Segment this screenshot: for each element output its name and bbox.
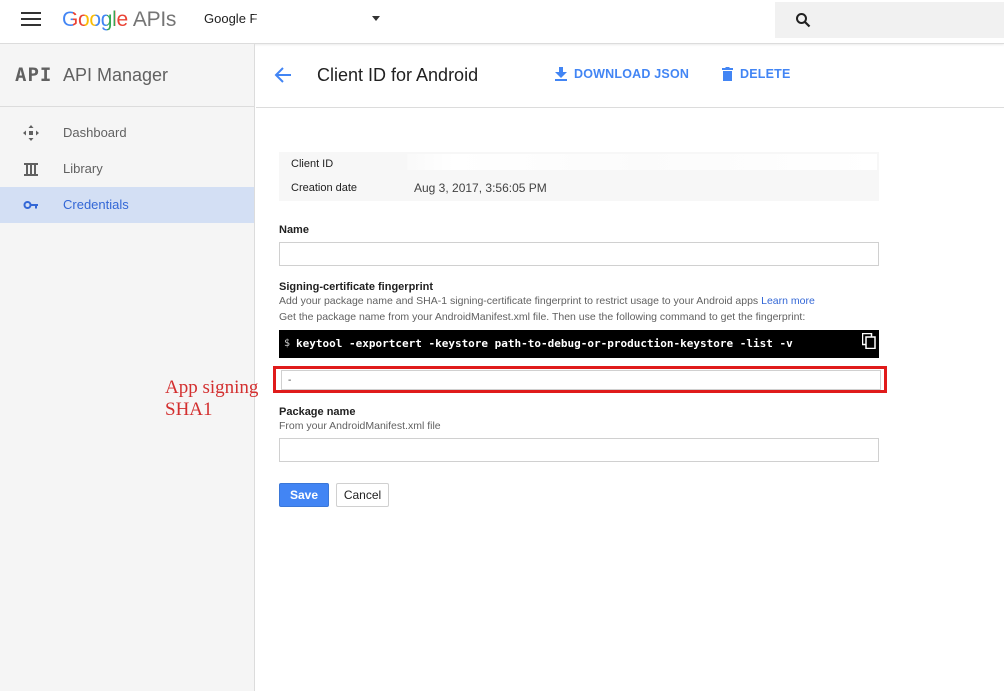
signing-label: Signing-certificate fingerprint [279,281,434,293]
project-selector[interactable]: Google F [204,11,257,26]
back-arrow-icon[interactable] [273,65,293,85]
search-icon[interactable] [795,12,811,28]
dashboard-icon [23,125,39,141]
api-manager-icon: API [15,64,53,86]
google-apis-logo[interactable]: Google APIs [62,8,176,32]
delete-button[interactable]: DELETE [722,67,791,81]
download-icon [555,67,567,81]
signing-hint: Add your package name and SHA-1 signing-… [279,295,815,307]
project-name-redaction [254,10,366,28]
command-box: $ keytool -exportcert -keystore path-to-… [279,330,879,358]
sha1-fingerprint-field[interactable] [281,370,881,390]
sidebar-header: API API Manager [0,44,254,107]
signing-hint-text: Add your package name and SHA-1 signing-… [279,295,759,307]
cancel-button[interactable]: Cancel [336,483,389,507]
name-label: Name [279,224,309,236]
top-bar: Google APIs Google F [0,0,1004,44]
annotation-text: App signing SHA1 [165,377,258,421]
name-field[interactable] [279,242,879,266]
page-title: Client ID for Android [317,65,479,85]
sidebar-item-credentials[interactable]: Credentials [0,187,254,223]
annotation-line-1: App signing [165,377,259,398]
package-name-label: Package name [279,406,356,418]
main-content: Client ID Creation date Aug 3, 2017, 3:5… [256,108,1004,691]
logo-apis: APIs [132,8,177,31]
search-bar[interactable] [775,2,1004,38]
package-name-hint: From your AndroidManifest.xml file [279,420,441,432]
command-prompt: $ [284,338,291,349]
sidebar-item-label: Library [63,161,103,176]
sidebar-item-label: Credentials [63,197,129,212]
library-icon [24,163,38,176]
download-json-label: DOWNLOAD JSON [574,67,690,81]
learn-more-link[interactable]: Learn more [761,295,815,307]
client-id-label: Client ID [291,158,334,170]
sidebar: API API Manager Dashboard Library Creden… [0,44,255,691]
download-json-button[interactable]: DOWNLOAD JSON [555,67,689,81]
key-icon [23,201,38,209]
client-details: Client ID Creation date Aug 3, 2017, 3:5… [279,152,879,201]
client-id-redaction [407,154,877,170]
command-text: keytool -exportcert -keystore path-to-de… [296,337,793,350]
sidebar-item-label: Dashboard [63,125,127,140]
logo-google: Google [62,8,128,31]
creation-date-label: Creation date [291,182,358,194]
package-name-field[interactable] [279,438,879,462]
save-button[interactable]: Save [279,483,329,507]
copy-icon[interactable] [862,333,876,349]
sidebar-item-dashboard[interactable]: Dashboard [0,115,254,151]
delete-label: DELETE [740,67,791,81]
sha1-highlight-box [273,366,887,393]
annotation-line-2: SHA1 [165,399,213,420]
trash-icon [722,67,733,81]
fingerprint-hint: Get the package name from your AndroidMa… [279,311,806,323]
sidebar-item-library[interactable]: Library [0,151,254,187]
caret-down-icon[interactable] [372,16,380,21]
creation-date-value: Aug 3, 2017, 3:56:05 PM [414,181,547,195]
sidebar-title: API Manager [63,65,169,85]
content-header: Client ID for Android DOWNLOAD JSON DELE… [256,44,1004,108]
hamburger-icon[interactable] [21,12,41,28]
